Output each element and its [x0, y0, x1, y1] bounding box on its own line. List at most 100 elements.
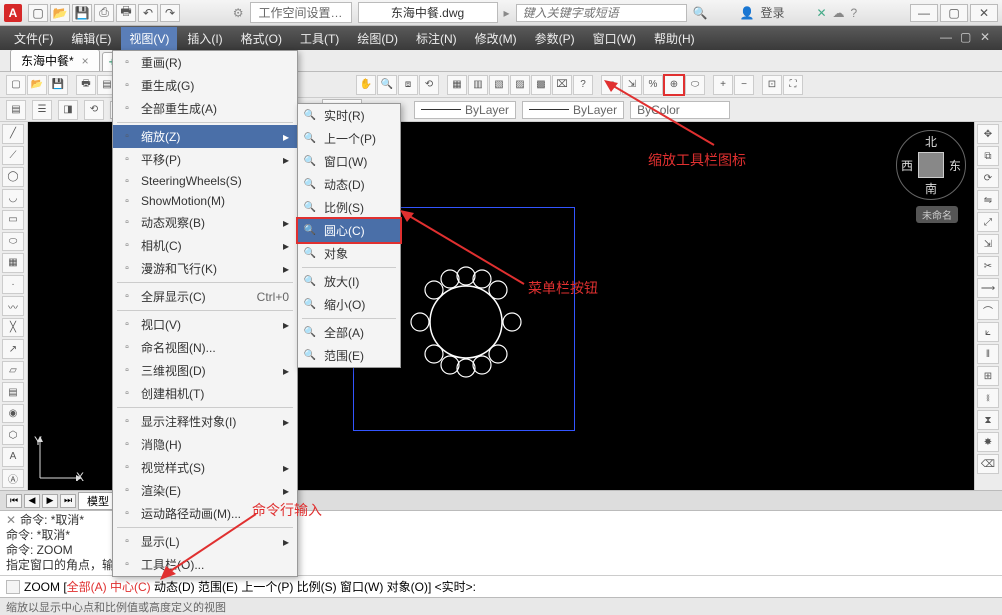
- zoom-submenu-item[interactable]: 🔍上一个(P): [298, 127, 400, 150]
- tb-zoom-extents-icon[interactable]: ⛶: [783, 75, 803, 95]
- mdi-close-icon[interactable]: ✕: [980, 30, 996, 46]
- region-icon[interactable]: ▱: [2, 361, 24, 381]
- login-link[interactable]: 登录: [760, 4, 784, 21]
- user-icon[interactable]: 👤: [740, 6, 755, 20]
- break-icon[interactable]: ⧛: [977, 388, 999, 408]
- zoom-submenu-item[interactable]: 🔍比例(S): [298, 196, 400, 219]
- arc-icon[interactable]: ◡: [2, 189, 24, 209]
- tb-pan-icon[interactable]: ✋: [356, 75, 376, 95]
- tb-zoom-object-icon[interactable]: ⬭: [685, 75, 705, 95]
- view-menu-item[interactable]: ▫重画(R): [113, 51, 297, 74]
- app-logo[interactable]: A: [4, 4, 22, 22]
- view-menu-item[interactable]: ▫渲染(E)▸: [113, 479, 297, 502]
- view-menu-item[interactable]: ▫全部重生成(A): [113, 97, 297, 120]
- table-icon[interactable]: ▤: [2, 382, 24, 402]
- gear-icon[interactable]: ⚙: [233, 6, 244, 20]
- scale-icon[interactable]: ⤢: [977, 212, 999, 232]
- extend-icon[interactable]: ⟶: [977, 278, 999, 298]
- xline-icon[interactable]: ╳: [2, 318, 24, 338]
- view-menu-item[interactable]: ▫相机(C)▸: [113, 234, 297, 257]
- maximize-button[interactable]: ▢: [940, 4, 968, 22]
- menu-draw[interactable]: 绘图(D): [349, 27, 406, 50]
- text-icon[interactable]: A: [2, 447, 24, 467]
- menu-param[interactable]: 参数(P): [527, 27, 583, 50]
- tb-zoom-all-icon[interactable]: ⊡: [762, 75, 782, 95]
- view-menu-item[interactable]: ▫显示注释性对象(I)▸: [113, 410, 297, 433]
- linetype-selector[interactable]: ByLayer: [414, 101, 516, 119]
- tb-props-icon[interactable]: ▦: [447, 75, 467, 95]
- tb-dc-icon[interactable]: ▥: [468, 75, 488, 95]
- viewcube-e[interactable]: 东: [949, 157, 961, 174]
- menu-file[interactable]: 文件(F): [6, 27, 61, 50]
- zoom-submenu-item[interactable]: 🔍窗口(W): [298, 150, 400, 173]
- workspace-selector[interactable]: 工作空间设置…: [250, 2, 352, 23]
- move-icon[interactable]: ✥: [977, 124, 999, 144]
- search-go-icon[interactable]: 🔍: [693, 6, 708, 20]
- tb-open-icon[interactable]: 📂: [27, 75, 47, 95]
- viewcube-face[interactable]: [918, 152, 944, 178]
- menu-modify[interactable]: 修改(M): [467, 27, 525, 50]
- cmd-close-icon[interactable]: ✕: [6, 513, 16, 528]
- trim-icon[interactable]: ✂: [977, 256, 999, 276]
- explode-icon[interactable]: ✸: [977, 432, 999, 452]
- view-menu-item[interactable]: ▫运动路径动画(M)...: [113, 502, 297, 525]
- menu-format[interactable]: 格式(O): [233, 27, 290, 50]
- view-menu-item[interactable]: ▫SteeringWheels(S): [113, 171, 297, 191]
- menu-help[interactable]: 帮助(H): [646, 27, 703, 50]
- layout-first-icon[interactable]: ⏮: [6, 494, 22, 508]
- zoom-submenu-item[interactable]: 🔍全部(A): [298, 321, 400, 344]
- tb-save-icon[interactable]: 💾: [48, 75, 68, 95]
- offset-icon[interactable]: ‖: [977, 344, 999, 364]
- tab-file-active[interactable]: 东海中餐* ×: [10, 49, 100, 71]
- menu-edit[interactable]: 编辑(E): [63, 27, 119, 50]
- ellipse-icon[interactable]: ⬭: [2, 232, 24, 252]
- tb-zoom-in-icon[interactable]: +: [713, 75, 733, 95]
- ray-icon[interactable]: ↗: [2, 339, 24, 359]
- menu-tools[interactable]: 工具(T): [292, 27, 347, 50]
- copy2-icon[interactable]: ⧉: [977, 146, 999, 166]
- point-icon[interactable]: ·: [2, 275, 24, 295]
- view-menu-item[interactable]: ▫ShowMotion(M): [113, 191, 297, 211]
- qat-print-icon[interactable]: 🖶: [116, 4, 136, 22]
- tb-calc-icon[interactable]: ⌧: [552, 75, 572, 95]
- menu-view[interactable]: 视图(V): [121, 27, 177, 50]
- tb-markup-icon[interactable]: ▩: [531, 75, 551, 95]
- qat-new-icon[interactable]: ▢: [28, 4, 48, 22]
- cmd-icon[interactable]: [6, 580, 20, 594]
- circle-icon[interactable]: ◯: [2, 167, 24, 187]
- menu-insert[interactable]: 插入(I): [179, 27, 230, 50]
- qat-undo-icon[interactable]: ↶: [138, 4, 158, 22]
- view-menu-item[interactable]: ▫全屏显示(C)Ctrl+0: [113, 285, 297, 308]
- zoom-submenu-item[interactable]: 🔍对象: [298, 242, 400, 265]
- zoom-submenu-item[interactable]: 🔍放大(I): [298, 270, 400, 293]
- join-icon[interactable]: ⧗: [977, 410, 999, 430]
- qat-save-icon[interactable]: 💾: [72, 4, 92, 22]
- view-menu-item[interactable]: ▫消隐(H): [113, 433, 297, 456]
- view-menu-item[interactable]: ▫工具栏(O)...: [113, 553, 297, 576]
- hatch-icon[interactable]: ▦: [2, 253, 24, 273]
- view-cube[interactable]: 北 南 东 西: [896, 130, 966, 200]
- tab-close-icon[interactable]: ×: [82, 54, 89, 68]
- zoom-submenu-item[interactable]: 🔍动态(D): [298, 173, 400, 196]
- layer-props-icon[interactable]: ▤: [6, 100, 26, 120]
- qat-redo-icon[interactable]: ↷: [160, 4, 180, 22]
- view-menu-item[interactable]: ▫命名视图(N)...: [113, 336, 297, 359]
- tb-zoom-out-icon[interactable]: −: [734, 75, 754, 95]
- rotate-icon[interactable]: ⟳: [977, 168, 999, 188]
- view-menu-item[interactable]: ▫视口(V)▸: [113, 313, 297, 336]
- rect-icon[interactable]: ▭: [2, 210, 24, 230]
- viewcube-w[interactable]: 西: [901, 157, 913, 174]
- tb-zoom-window-icon[interactable]: ⧈: [601, 75, 621, 95]
- view-menu-item[interactable]: ▫漫游和飞行(K)▸: [113, 257, 297, 280]
- spline-icon[interactable]: 〰: [2, 296, 24, 316]
- zoom-submenu-item[interactable]: 🔍圆心(C): [298, 219, 400, 242]
- minimize-button[interactable]: —: [910, 4, 938, 22]
- polygon-icon[interactable]: ⬡: [2, 425, 24, 445]
- tb-zoomrt-icon[interactable]: 🔍: [377, 75, 397, 95]
- tb-tp-icon[interactable]: ▧: [489, 75, 509, 95]
- zoom-submenu-item[interactable]: 🔍范围(E): [298, 344, 400, 367]
- tb-ssm-icon[interactable]: ▨: [510, 75, 530, 95]
- help-icon[interactable]: ?: [851, 6, 858, 20]
- viewcube-n[interactable]: 北: [925, 133, 937, 150]
- chamfer-icon[interactable]: ⟀: [977, 322, 999, 342]
